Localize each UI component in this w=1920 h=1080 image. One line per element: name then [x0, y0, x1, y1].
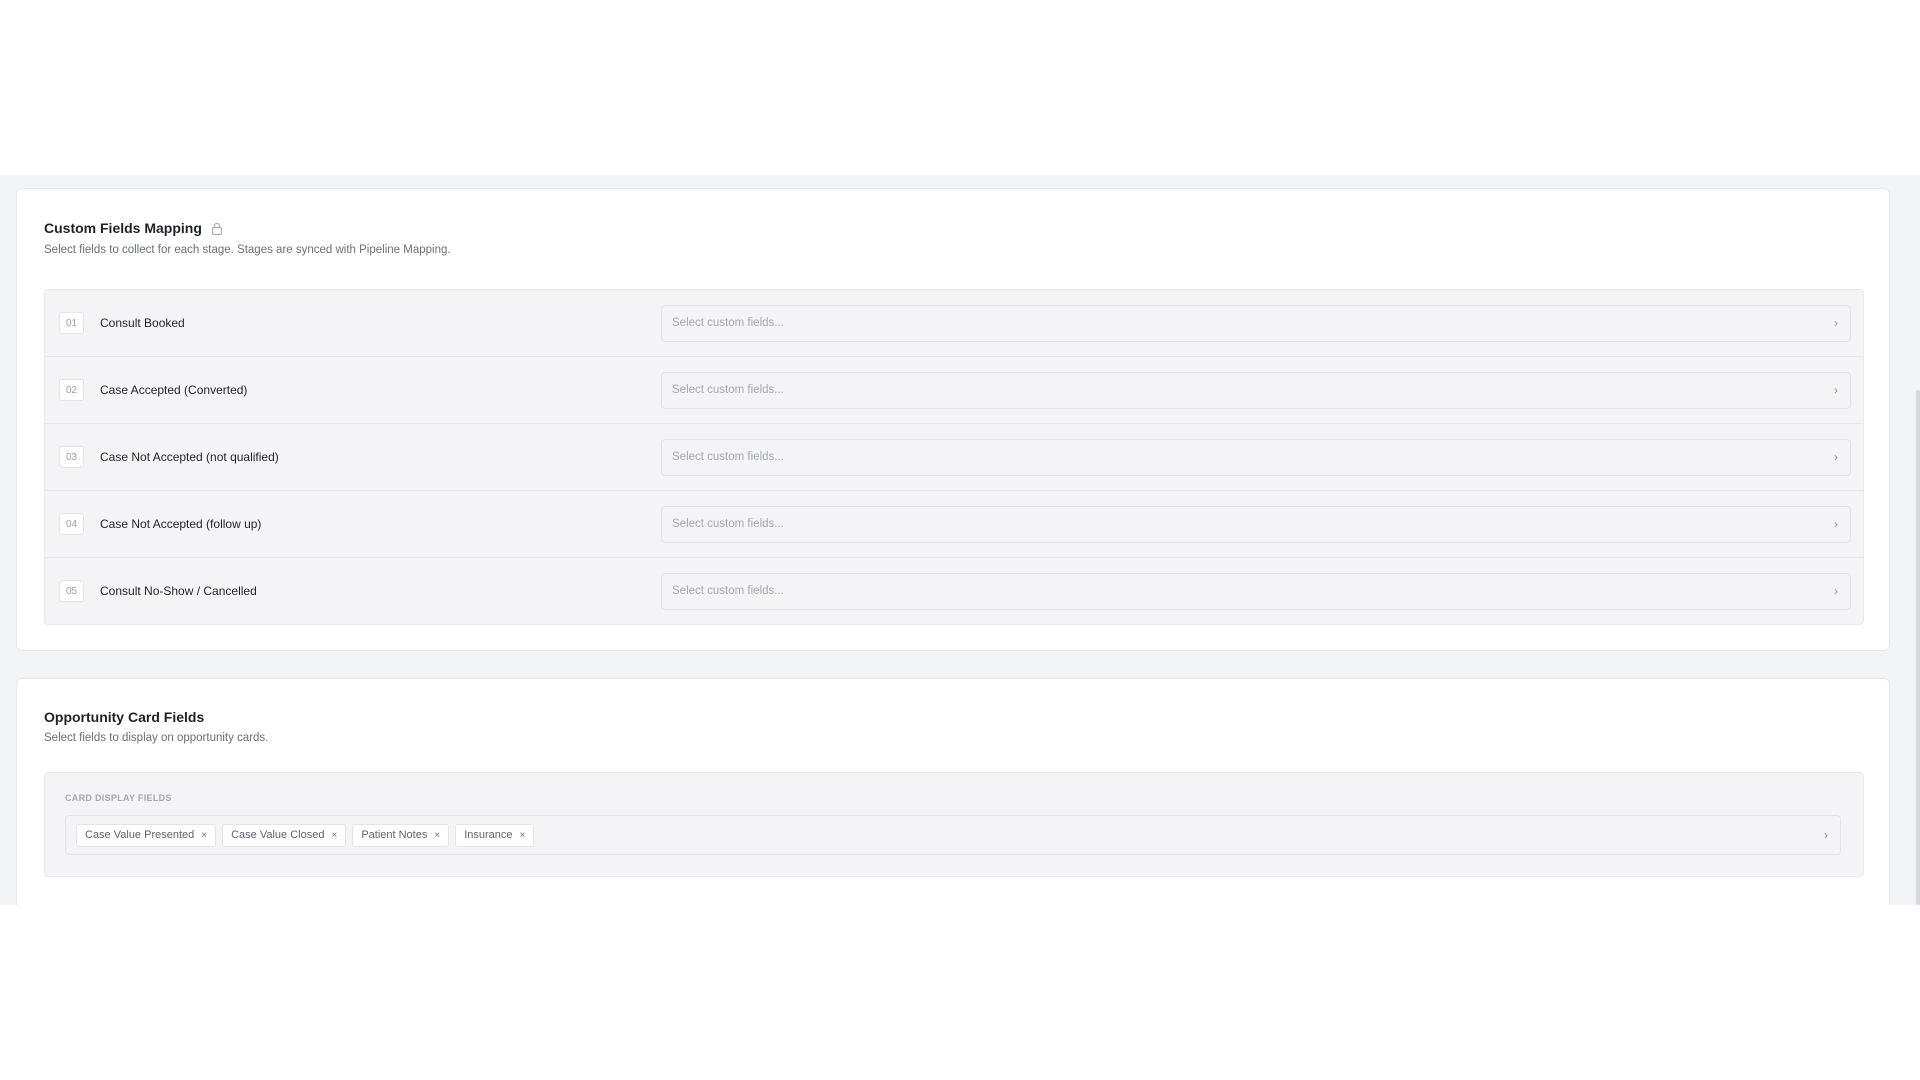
custom-fields-select[interactable]: Select custom fields... ›: [661, 438, 1851, 476]
custom-fields-select[interactable]: Select custom fields... ›: [661, 572, 1851, 610]
stage-name: Case Accepted (Converted): [100, 383, 248, 397]
stage-list: 01 Consult Booked Select custom fields..…: [44, 289, 1864, 625]
field-tag-label: Insurance: [464, 829, 513, 841]
custom-fields-mapping-subtitle: Select fields to collect for each stage.…: [44, 244, 451, 256]
remove-tag-icon[interactable]: ×: [201, 830, 207, 841]
stage-row: 01 Consult Booked Select custom fields..…: [45, 290, 1863, 357]
stage-number: 03: [59, 446, 84, 468]
lock-icon: [211, 222, 223, 235]
remove-tag-icon[interactable]: ×: [434, 830, 440, 841]
stage-row: 05 Consult No-Show / Cancelled Select cu…: [45, 558, 1863, 624]
field-tag: Case Value Closed ×: [222, 823, 347, 847]
remove-tag-icon[interactable]: ×: [520, 830, 526, 841]
custom-fields-select[interactable]: Select custom fields... ›: [661, 505, 1851, 543]
chevron-right-icon: ›: [1834, 584, 1838, 598]
stage-row: 04 Case Not Accepted (follow up) Select …: [45, 491, 1863, 558]
select-placeholder: Select custom fields...: [672, 451, 784, 463]
custom-fields-select[interactable]: Select custom fields... ›: [661, 371, 1851, 409]
stage-number: 04: [59, 513, 84, 535]
field-tag-label: Patient Notes: [361, 829, 428, 841]
stage-number: 01: [59, 312, 84, 334]
stage-name: Consult Booked: [100, 316, 185, 330]
custom-fields-mapping-title: Custom Fields Mapping: [44, 220, 202, 236]
stage-row: 03 Case Not Accepted (not qualified) Sel…: [45, 424, 1863, 491]
card-display-fields-box: CARD DISPLAY FIELDS Case Value Presented…: [44, 772, 1864, 877]
chevron-right-icon: ›: [1834, 316, 1838, 330]
opportunity-card-fields-subtitle: Select fields to display on opportunity …: [44, 732, 269, 744]
select-placeholder: Select custom fields...: [672, 518, 784, 530]
scrollbar[interactable]: [1916, 390, 1920, 905]
chevron-right-icon: ›: [1834, 450, 1838, 464]
select-placeholder: Select custom fields...: [672, 585, 784, 597]
card-display-fields-label: CARD DISPLAY FIELDS: [65, 793, 172, 803]
stage-name: Consult No-Show / Cancelled: [100, 584, 257, 598]
remove-tag-icon[interactable]: ×: [331, 830, 337, 841]
opportunity-card-fields-card: Opportunity Card Fields Select fields to…: [16, 678, 1890, 905]
select-placeholder: Select custom fields...: [672, 317, 784, 329]
field-tag: Patient Notes ×: [352, 823, 450, 847]
opportunity-card-fields-title: Opportunity Card Fields: [44, 709, 205, 725]
stage-name: Case Not Accepted (not qualified): [100, 450, 279, 464]
custom-fields-mapping-card: Custom Fields Mapping Select fields to c…: [16, 188, 1890, 651]
field-tag-label: Case Value Presented: [85, 829, 195, 841]
stage-row: 02 Case Accepted (Converted) Select cust…: [45, 357, 1863, 424]
chevron-right-icon: ›: [1824, 828, 1828, 842]
settings-content-area: Custom Fields Mapping Select fields to c…: [0, 175, 1920, 905]
select-placeholder: Select custom fields...: [672, 384, 784, 396]
field-tag: Insurance ×: [455, 823, 535, 847]
chevron-right-icon: ›: [1834, 517, 1838, 531]
stage-number: 02: [59, 379, 84, 401]
custom-fields-mapping-title-row: Custom Fields Mapping: [44, 220, 223, 236]
field-tag: Case Value Presented ×: [76, 823, 217, 847]
stage-number: 05: [59, 580, 84, 602]
chevron-right-icon: ›: [1834, 383, 1838, 397]
field-tag-label: Case Value Closed: [231, 829, 325, 841]
card-display-fields-select[interactable]: Case Value Presented × Case Value Closed…: [65, 815, 1841, 855]
stage-name: Case Not Accepted (follow up): [100, 517, 262, 531]
custom-fields-select[interactable]: Select custom fields... ›: [661, 304, 1851, 342]
